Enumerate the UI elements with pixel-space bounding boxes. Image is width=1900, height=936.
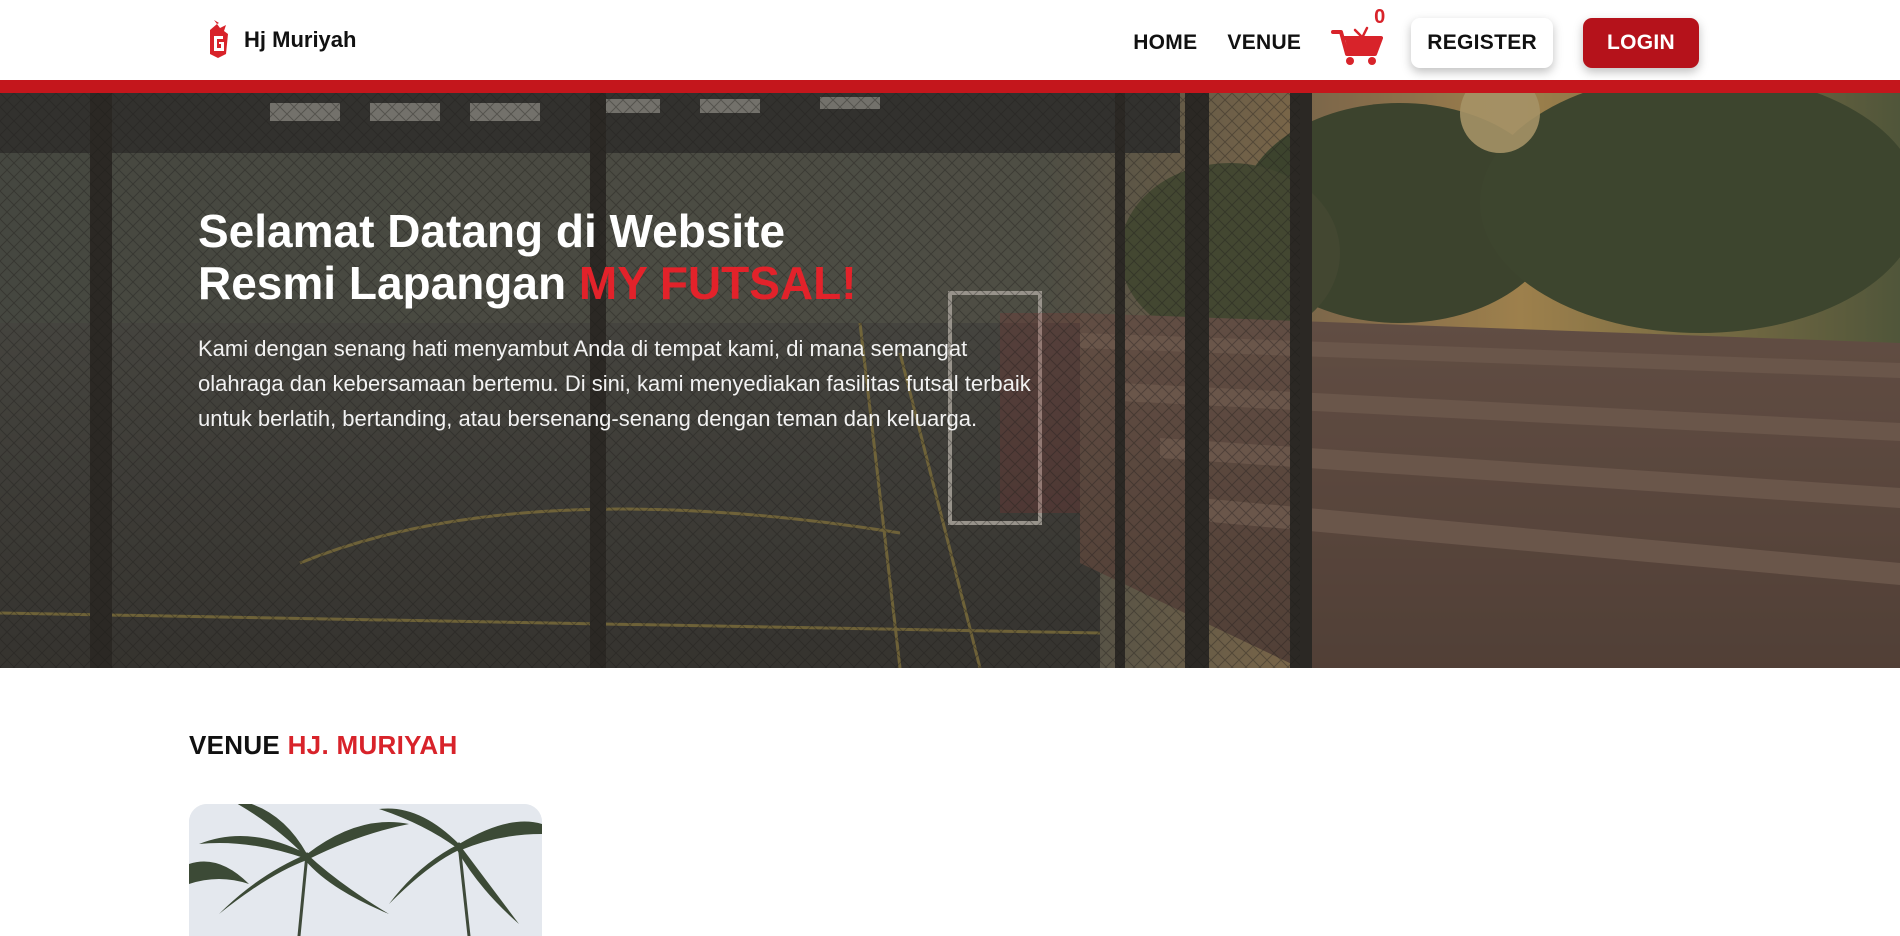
hero-title-line2: Resmi Lapangan (198, 257, 579, 309)
hero-banner: Selamat Datang di Website Resmi Lapangan… (0, 93, 1900, 668)
shopping-cart-icon (1331, 26, 1384, 65)
hero-title-accent: MY FUTSAL! (578, 257, 857, 309)
hero-description: Kami dengan senang hati menyambut Anda d… (198, 336, 1031, 431)
cart-button[interactable]: 0 (1331, 6, 1385, 66)
brand[interactable]: Hj Muriyah (204, 20, 356, 60)
hero-title-line1: Selamat Datang di Website (198, 205, 786, 257)
cart-count-badge: 0 (1374, 6, 1386, 28)
header-red-divider (0, 80, 1900, 93)
brand-name: Hj Muriyah (244, 27, 357, 52)
register-button[interactable]: REGISTER (1411, 18, 1553, 68)
venue-title-accent: HJ. MURIYAH (287, 730, 458, 760)
brand-logo-icon (210, 20, 228, 58)
nav-home-link[interactable]: HOME (1133, 31, 1197, 55)
venue-section-title: VENUE HJ. MURIYAH (189, 730, 458, 761)
main-nav: HOME VENUE 0 REGISTER LOGIN (1133, 6, 1699, 68)
login-button[interactable]: LOGIN (1583, 18, 1699, 68)
hero-content: Selamat Datang di Website Resmi Lapangan… (198, 205, 1078, 436)
venue-card[interactable] (189, 804, 542, 936)
hero-title: Selamat Datang di Website Resmi Lapangan… (198, 205, 1078, 309)
venue-card-image (189, 804, 542, 936)
nav-venue-link[interactable]: VENUE (1227, 31, 1301, 55)
venue-title-text: VENUE (189, 730, 288, 760)
navbar: Hj Muriyah HOME VENUE 0 REGISTER LOGIN (0, 0, 1900, 80)
